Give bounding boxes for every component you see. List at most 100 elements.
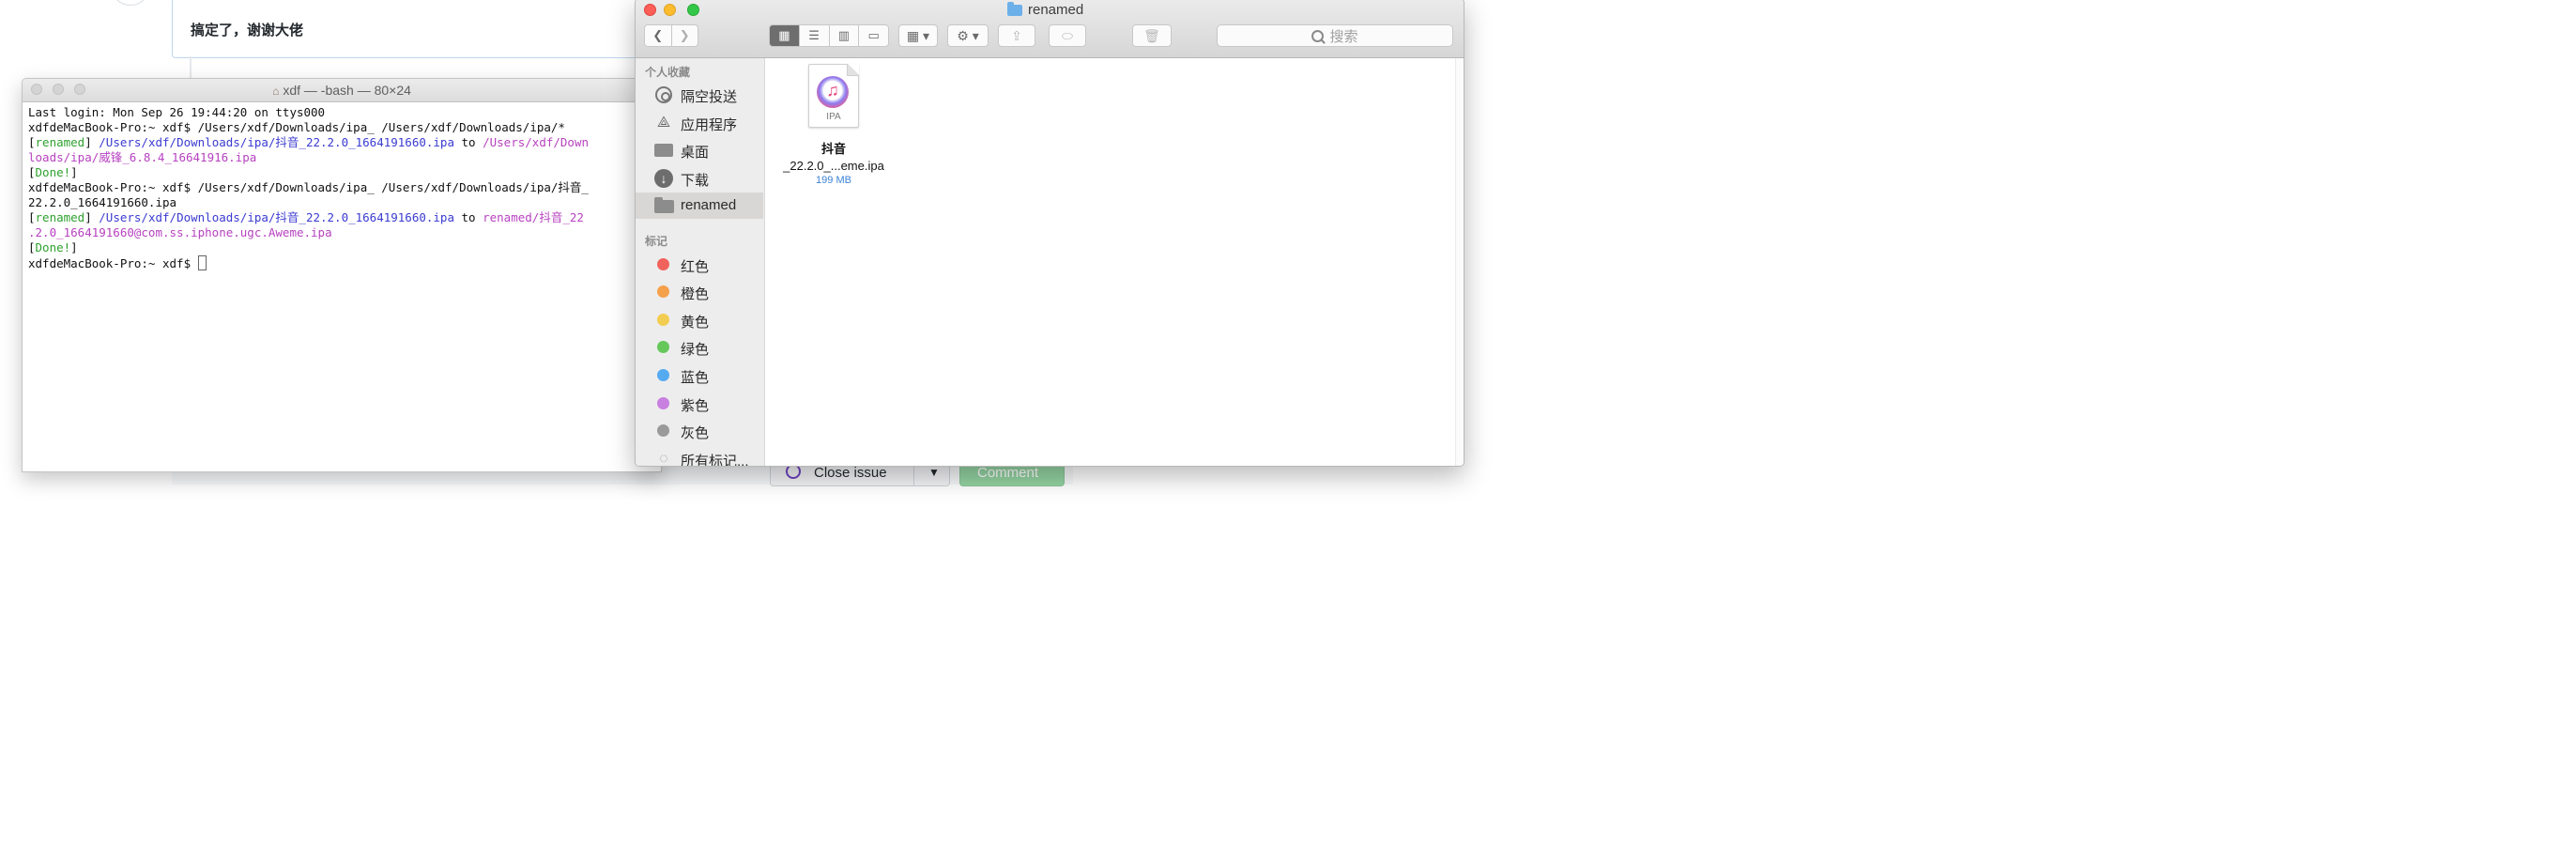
sidebar-item-label: renamed xyxy=(681,197,737,213)
terminal-text-segment: [ xyxy=(28,240,36,254)
sidebar-item-label: 隔空投送 xyxy=(681,89,738,105)
sidebar-tag-blue[interactable]: 蓝色 xyxy=(636,362,763,389)
terminal-text-segment: Done! xyxy=(35,240,71,254)
finder-title-text: renamed xyxy=(1028,2,1084,18)
terminal-line: xdfdeMacBook-Pro:~ xdf$ /Users/xdf/Downl… xyxy=(28,180,589,195)
sidebar-tag-purple[interactable]: 紫色 xyxy=(636,391,763,417)
finder-window[interactable]: renamed ❮ ❯ ▦ ☰ ▥ ▭ ▦ ▾ ⚙ ▾ ⇪ ⬭ 🗑 搜索 个人收… xyxy=(635,0,1464,467)
terminal-text-segment: renamed xyxy=(35,210,85,224)
close-issue-label: Close issue xyxy=(814,465,887,481)
finder-toolbar: renamed ❮ ❯ ▦ ☰ ▥ ▭ ▦ ▾ ⚙ ▾ ⇪ ⬭ 🗑 搜索 xyxy=(636,0,1464,58)
sidebar-tag-orange[interactable]: 橙色 xyxy=(636,279,763,305)
tags-button[interactable]: ⬭ xyxy=(1049,24,1086,47)
terminal-line: [Done!] xyxy=(28,165,78,180)
sidebar-tag-gray[interactable]: 灰色 xyxy=(636,418,763,444)
terminal-text-segment: [ xyxy=(28,165,36,179)
tag-color-icon xyxy=(657,397,669,409)
sidebar-item-desktop[interactable]: 桌面 xyxy=(636,137,763,163)
tag-color-icon xyxy=(657,258,669,270)
sidebar-item-label: 应用程序 xyxy=(681,117,738,133)
file-item[interactable]: ♫ IPA 抖音 _22.2.0_...eme.ipa 199 MB xyxy=(773,64,895,186)
search-icon xyxy=(1311,29,1325,42)
share-icon: ⇪ xyxy=(1011,27,1022,43)
sidebar-tag-label: 灰色 xyxy=(681,425,710,441)
close-window-button[interactable] xyxy=(644,4,656,16)
terminal-line: [Done!] xyxy=(28,240,78,255)
terminal-window[interactable]: ⌂ xdf — -bash — 80×24 Last login: Mon Sep… xyxy=(22,78,662,472)
applications-icon: ⟁ xyxy=(656,115,671,131)
sidebar-tag-label: 橙色 xyxy=(681,286,710,302)
terminal-text-segment: renamed xyxy=(35,135,85,149)
sidebar-tag-green[interactable]: 绿色 xyxy=(636,334,763,361)
action-button[interactable]: ⚙ ▾ xyxy=(947,24,989,47)
sidebar-item-airdrop[interactable]: 隔空投送 xyxy=(636,82,763,108)
sidebar-tag-label: 绿色 xyxy=(681,342,710,358)
sidebar-item-downloads[interactable]: ↓ 下载 xyxy=(636,165,763,192)
tag-color-icon xyxy=(657,341,669,353)
terminal-text-segment: renamed/抖音_22 xyxy=(483,210,584,224)
file-browser[interactable]: ♫ IPA 抖音 _22.2.0_...eme.ipa 199 MB xyxy=(765,58,1464,466)
view-mode-control: ▦ ☰ ▥ ▭ xyxy=(769,24,889,47)
sidebar-tag-red[interactable]: 红色 xyxy=(636,252,763,278)
avatar xyxy=(111,0,150,6)
group-icon: ▦ ▾ xyxy=(906,27,930,43)
delete-button[interactable]: 🗑 xyxy=(1132,24,1172,47)
sidebar-item-renamed[interactable]: renamed xyxy=(636,192,763,219)
sidebar-tag-yellow[interactable]: 黄色 xyxy=(636,307,763,333)
folder-icon xyxy=(654,197,674,213)
desktop-icon xyxy=(654,144,673,157)
terminal-text-segment: /Users/xdf/Downloads/ipa/抖音_22.2.0_16641… xyxy=(99,210,454,224)
tag-icon: ⬭ xyxy=(1062,27,1073,43)
search-field[interactable]: 搜索 xyxy=(1217,24,1453,47)
sidebar: 个人收藏 隔空投送 ⟁ 应用程序 桌面 ↓ 下载 renamed 标记 红色 橙… xyxy=(636,58,765,466)
scrollbar[interactable] xyxy=(1455,58,1464,466)
comment-text: 搞定了，谢谢大佬 xyxy=(191,22,304,38)
back-button[interactable]: ❮ xyxy=(645,25,672,46)
terminal-text-segment: Last login: Mon Sep 26 19:44:20 on ttys0… xyxy=(28,105,326,119)
terminal-output[interactable]: Last login: Mon Sep 26 19:44:20 on ttys0… xyxy=(28,105,661,471)
file-name-line1: 抖音 xyxy=(820,142,846,156)
sidebar-all-tags[interactable]: ◌ 所有标记... xyxy=(636,446,763,467)
music-note-icon: ♫ xyxy=(817,76,849,108)
list-view-icon[interactable]: ☰ xyxy=(800,25,830,46)
terminal-line: xdfdeMacBook-Pro:~ xdf$ /Users/xdf/Downl… xyxy=(28,120,565,135)
terminal-line: .2.0_1664191660@com.ss.iphone.ugc.Aweme.… xyxy=(28,225,332,240)
sidebar-tag-label: 蓝色 xyxy=(681,370,710,386)
tag-color-icon xyxy=(657,285,669,298)
sidebar-item-label: 桌面 xyxy=(681,145,710,161)
terminal-text-segment: xdfdeMacBook-Pro:~ xdf$ xyxy=(28,256,198,270)
terminal-line: 22.2.0_1664191660.ipa xyxy=(28,195,176,210)
terminal-text-segment: Done! xyxy=(35,165,71,179)
gear-icon: ⚙ ▾ xyxy=(957,27,979,43)
share-button[interactable]: ⇪ xyxy=(998,24,1035,47)
terminal-titlebar[interactable]: ⌂ xdf — -bash — 80×24 xyxy=(23,79,661,102)
group-by-button[interactable]: ▦ ▾ xyxy=(898,24,938,47)
terminal-text-segment: .2.0_1664191660@com.ss.iphone.ugc.Aweme.… xyxy=(28,225,332,239)
comment-button-label: Comment xyxy=(977,465,1039,481)
terminal-line: [renamed] /Users/xdf/Downloads/ipa/抖音_22… xyxy=(28,135,589,150)
zoom-window-button[interactable] xyxy=(687,4,699,16)
terminal-text-segment: ] xyxy=(70,165,78,179)
tag-color-icon xyxy=(657,424,669,437)
column-view-icon[interactable]: ▥ xyxy=(830,25,860,46)
downloads-icon: ↓ xyxy=(654,169,673,188)
terminal-text-segment: [ xyxy=(28,210,36,224)
terminal-text-segment: to xyxy=(454,210,483,224)
chevron-down-icon[interactable]: ▼ xyxy=(928,466,940,479)
icon-view-icon[interactable]: ▦ xyxy=(770,25,800,46)
sidebar-tag-label: 红色 xyxy=(681,259,710,275)
minimize-window-button[interactable] xyxy=(664,4,676,16)
folder-icon xyxy=(1007,1,1022,16)
terminal-text-segment: xdfdeMacBook-Pro:~ xdf$ /Users/xdf/Downl… xyxy=(28,180,589,194)
tags-icon: ◌ xyxy=(659,451,668,467)
terminal-text-segment: loads/ipa/威锋_6.8.4_16641916.ipa xyxy=(28,150,257,164)
terminal-text-segment: [ xyxy=(28,135,36,149)
file-icon-label: IPA xyxy=(826,112,841,122)
terminal-text-segment: 22.2.0_1664191660.ipa xyxy=(28,195,177,209)
trash-icon: 🗑 xyxy=(1143,27,1160,43)
sidebar-favorites-header: 个人收藏 xyxy=(645,66,691,79)
terminal-cursor xyxy=(197,255,207,270)
forward-button[interactable]: ❯ xyxy=(672,25,698,46)
gallery-view-icon[interactable]: ▭ xyxy=(859,25,888,46)
sidebar-item-applications[interactable]: ⟁ 应用程序 xyxy=(636,110,763,136)
